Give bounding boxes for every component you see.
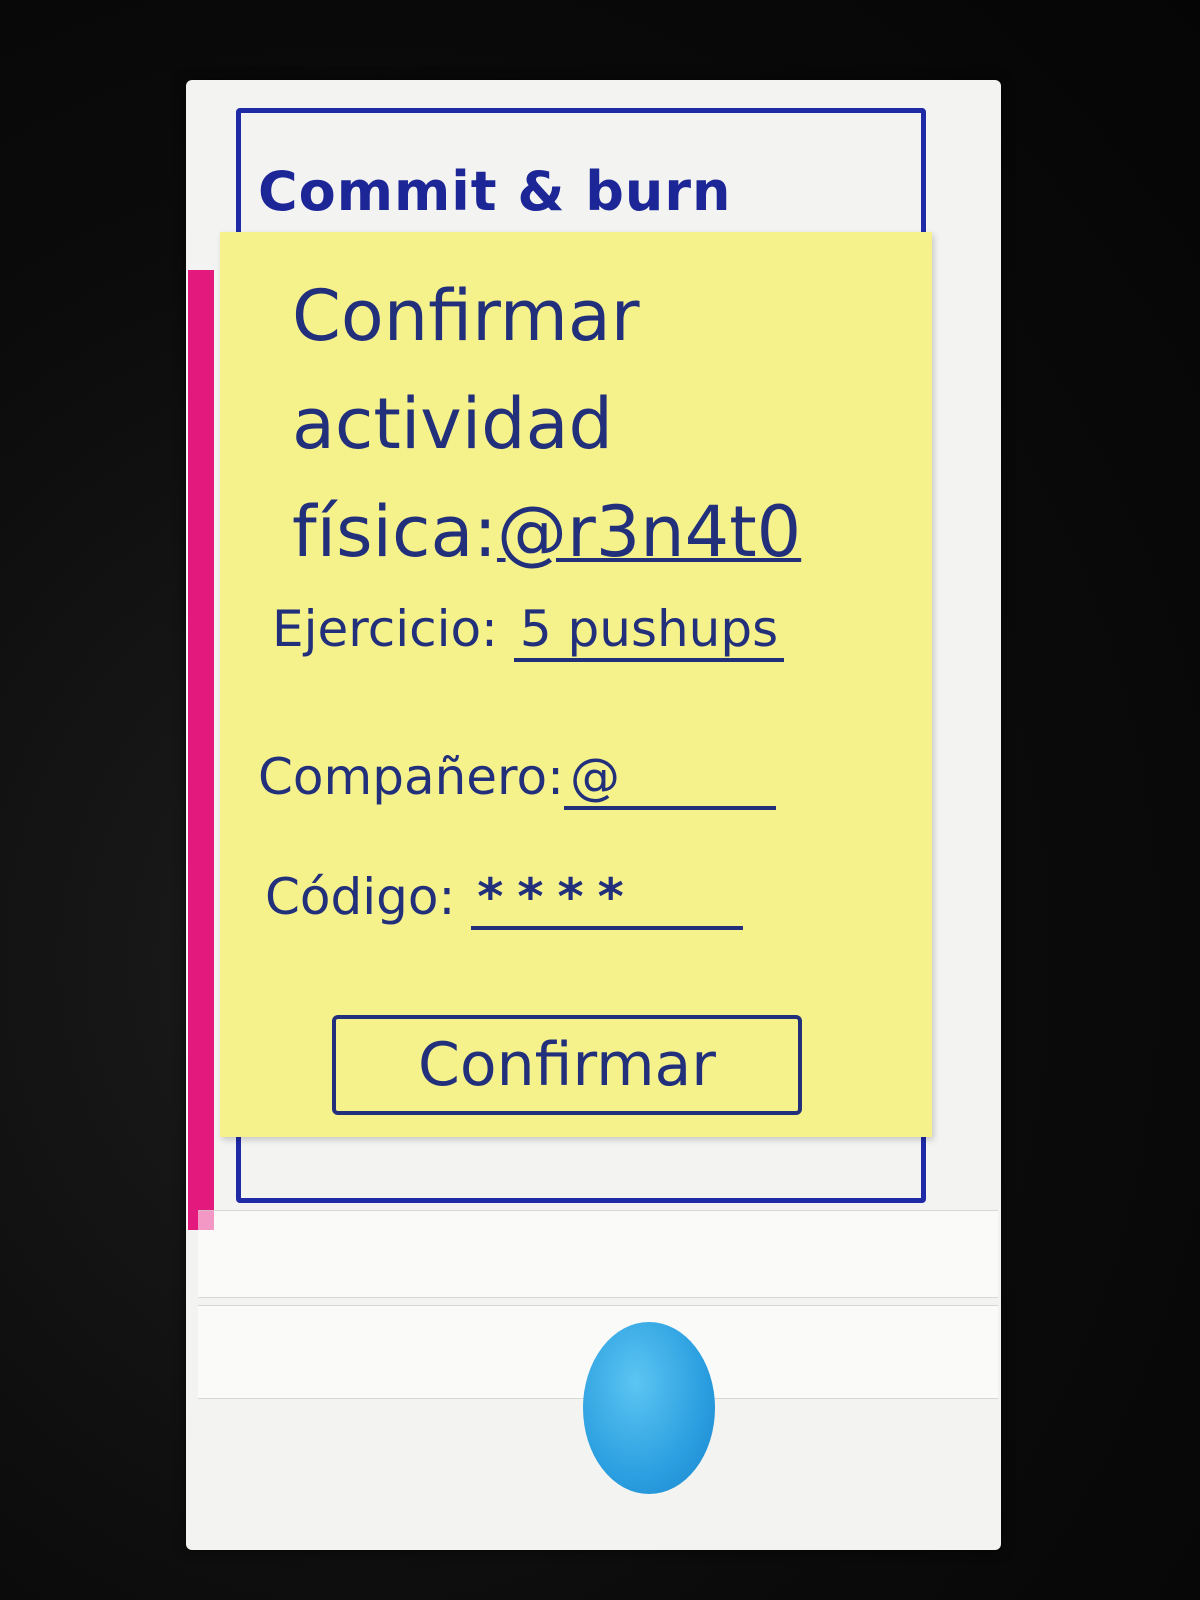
code-row: Código: **** <box>265 868 744 930</box>
exercise-row: Ejercicio: 5 pushups <box>272 600 785 662</box>
side-strip <box>188 270 214 1230</box>
app-title: Commit & burn <box>258 160 732 223</box>
partner-row: Compañero: @ <box>258 748 776 810</box>
page-title-prefix: física: <box>292 491 497 573</box>
partner-label: Compañero: <box>258 748 564 806</box>
page-title-line-3: física:@r3n4t0 <box>292 478 912 586</box>
home-button[interactable] <box>583 1322 715 1494</box>
page-title: Confirmar actividad física:@r3n4t0 <box>292 262 912 586</box>
partner-field[interactable]: @ <box>563 748 776 810</box>
username-link[interactable]: @r3n4t0 <box>497 491 801 573</box>
page-title-line-2: actividad <box>292 383 613 465</box>
page-title-line-1: Confirmar <box>292 275 640 357</box>
exercise-field[interactable]: 5 pushups <box>513 600 785 662</box>
code-field[interactable]: **** <box>471 868 744 930</box>
confirm-button[interactable]: Confirmar <box>332 1015 802 1115</box>
code-label: Código: <box>265 868 456 926</box>
tape-strip-top <box>198 1210 998 1298</box>
exercise-label: Ejercicio: <box>272 600 498 658</box>
